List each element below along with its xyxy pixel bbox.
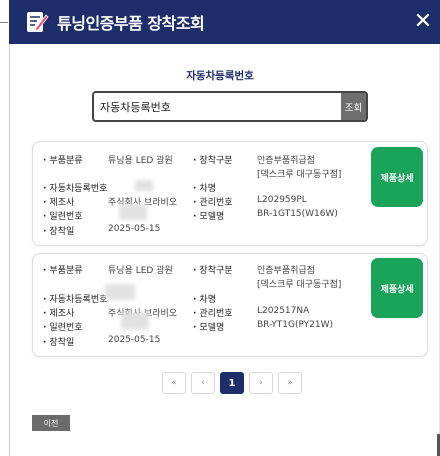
redacted-car-number (135, 180, 153, 191)
modal-title: 튜닝인증부품 장착조회 (57, 14, 205, 33)
manage-no-label: 관리번호 (193, 306, 232, 319)
part-type-label: 부품분류 (43, 263, 82, 276)
model-label: 모델명 (193, 320, 224, 333)
edit-note-icon (27, 12, 49, 32)
part-type-value: 튜닝용 LED 광원 (108, 156, 173, 166)
redacted-serial (121, 312, 149, 330)
model-value: BR-1GT15(W16W) (257, 209, 338, 219)
prev-page-button[interactable]: ‹ (191, 372, 215, 394)
part-type-value: 튜닝용 LED 광원 (108, 266, 173, 276)
install-date-label: 장착일 (43, 224, 74, 237)
car-name-label: 차명 (193, 181, 216, 194)
product-detail-button[interactable]: 제품상세 (371, 258, 423, 318)
manage-no-label: 관리번호 (193, 195, 232, 208)
install-date-value: 2025-05-15 (108, 335, 161, 345)
model-label: 모델명 (193, 209, 224, 222)
side-dash (0, 22, 8, 23)
install-type-label: 장착구분 (193, 153, 232, 166)
install-type-label: 장착구분 (193, 263, 232, 276)
manage-no-value: L202959PL (257, 195, 307, 205)
install-shop-value: [덱스크루 대구동구점] (257, 280, 342, 290)
manage-no-value: L202517NA (257, 306, 310, 316)
search-bar: 조회 (92, 91, 368, 122)
close-icon[interactable]: ✕ (410, 8, 436, 36)
install-date-label: 장착일 (43, 335, 74, 348)
serial-label: 일련번호 (43, 320, 82, 333)
car-number-label: 자동차등록번호 (43, 292, 107, 305)
car-number-label: 자동차등록번호 (43, 181, 107, 194)
result-card: 부품분류 튜닝용 LED 광원 장착구분 인증부품취급점 [덱스크루 대구동구점… (32, 141, 428, 246)
install-type-value: 인증부품취급점 (257, 156, 315, 166)
side-border (9, 44, 10, 456)
page-1-button[interactable]: 1 (220, 372, 244, 394)
car-name-label: 차명 (193, 292, 216, 305)
install-type-value: 인증부품취급점 (257, 266, 315, 276)
model-value: BR-YT1G(PY21W) (257, 320, 334, 330)
car-number-input[interactable] (94, 93, 341, 120)
redacted-serial (119, 204, 147, 220)
pagination: « ‹ 1 › » (162, 372, 302, 394)
search-section-title: 자동차등록번호 (186, 70, 254, 82)
back-button[interactable]: 이전 (32, 415, 70, 431)
next-page-button[interactable]: › (249, 372, 273, 394)
install-date-value: 2025-05-15 (108, 224, 161, 234)
maker-label: 제조사 (43, 306, 74, 319)
serial-label: 일련번호 (43, 209, 82, 222)
part-type-label: 부품분류 (43, 153, 82, 166)
maker-label: 제조사 (43, 195, 74, 208)
first-page-button[interactable]: « (162, 372, 186, 394)
install-shop-value: [덱스크루 대구동구점] (257, 170, 342, 180)
result-card: 부품분류 튜닝용 LED 광원 장착구분 인증부품취급점 [덱스크루 대구동구점… (32, 253, 428, 357)
redacted-car-number (105, 284, 135, 300)
search-button[interactable]: 조회 (341, 93, 366, 120)
last-page-button[interactable]: » (278, 372, 302, 394)
product-detail-button[interactable]: 제품상세 (371, 147, 423, 207)
modal-header: 튜닝인증부품 장착조회 ✕ (9, 0, 440, 44)
